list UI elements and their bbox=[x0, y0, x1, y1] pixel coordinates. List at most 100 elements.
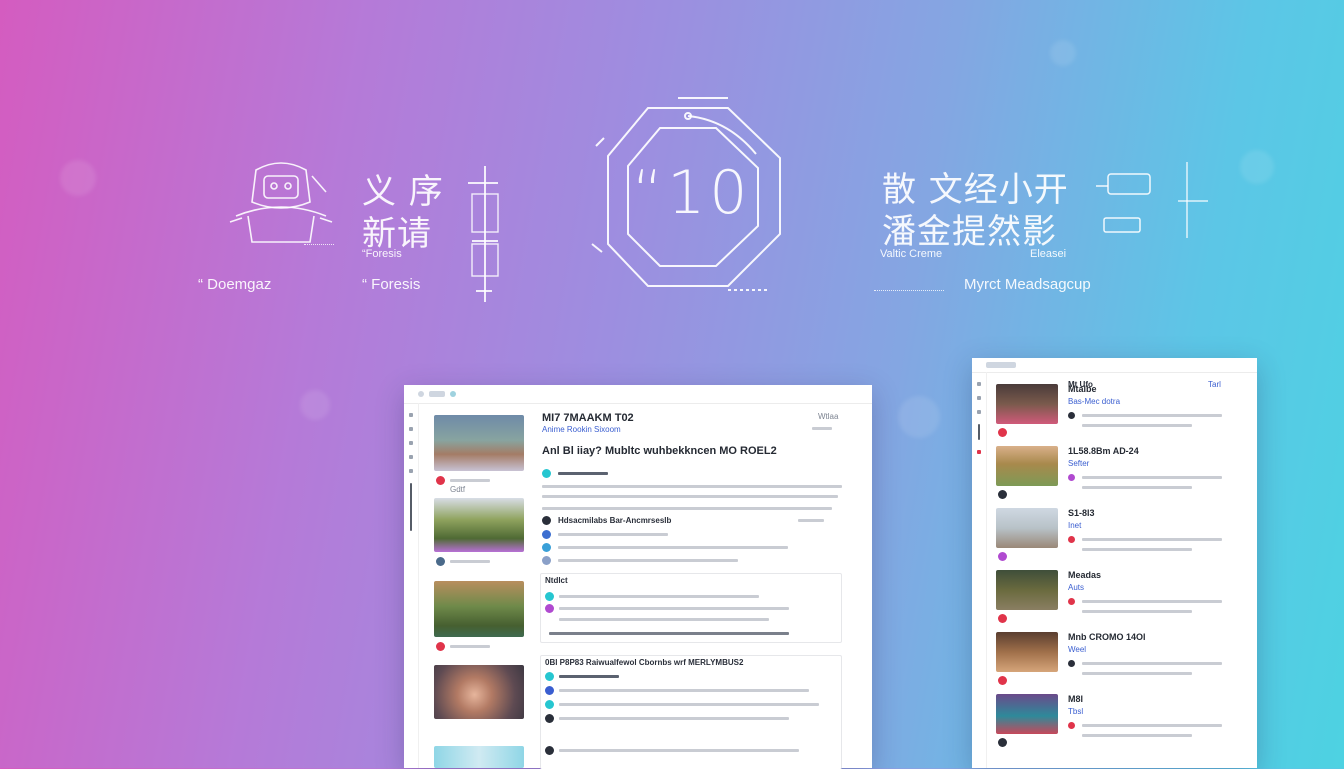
item-avatar[interactable] bbox=[998, 552, 1007, 561]
item-thumbnail[interactable] bbox=[996, 446, 1058, 486]
card-avatar[interactable] bbox=[545, 672, 554, 681]
text-placeholder bbox=[542, 495, 838, 498]
list-avatar[interactable] bbox=[542, 530, 551, 539]
list-placeholder bbox=[558, 546, 788, 549]
item-small-icon bbox=[1068, 474, 1075, 481]
item-small-icon bbox=[1068, 722, 1075, 729]
item-thumbnail[interactable] bbox=[996, 508, 1058, 548]
thumbnail-5[interactable] bbox=[434, 746, 524, 768]
bracket-line bbox=[468, 182, 498, 184]
item-thumbnail[interactable] bbox=[996, 632, 1058, 672]
list-avatar[interactable] bbox=[542, 556, 551, 565]
item-thumbnail[interactable] bbox=[996, 694, 1058, 734]
hero-right-tiny-left: Valtic Creme bbox=[880, 248, 943, 260]
card-placeholder bbox=[559, 618, 769, 621]
item-avatar[interactable] bbox=[998, 738, 1007, 747]
item-placeholder bbox=[1082, 538, 1222, 541]
headline: Anl Bl iiay? Mubltc wuhbekkncen MO ROEL2 bbox=[542, 445, 777, 457]
card-placeholder bbox=[559, 607, 789, 610]
section-title-3: 0Bl P8P83 Raiwualfewol Cbornbs wrf MERLY… bbox=[545, 658, 744, 667]
list-item[interactable]: S1-8l3 Inet bbox=[996, 508, 1246, 564]
bracket-frame bbox=[471, 193, 499, 277]
item-small-icon bbox=[1068, 412, 1075, 419]
content-card-1[interactable]: Ntdlct bbox=[540, 573, 842, 643]
list-item[interactable]: Meadas Auts bbox=[996, 570, 1246, 626]
bokeh bbox=[1240, 150, 1274, 184]
badge-number: “10 bbox=[632, 158, 752, 228]
item-small-icon bbox=[1068, 598, 1075, 605]
hero-left-caption: “ Doemgaz bbox=[198, 276, 272, 293]
list-item[interactable]: M8l Tbsl bbox=[996, 694, 1246, 750]
list-item[interactable]: 1L58.8Bm AD-24 Sefter bbox=[996, 446, 1246, 502]
list-item[interactable]: Mnb CROMO 14Ol Weel bbox=[996, 632, 1246, 688]
header-placeholder bbox=[812, 427, 832, 430]
avatar[interactable] bbox=[436, 642, 445, 651]
meta-placeholder bbox=[450, 479, 490, 482]
card-placeholder bbox=[549, 632, 789, 635]
item-avatar[interactable] bbox=[998, 428, 1007, 437]
top-right-label[interactable]: Wtlaa bbox=[818, 412, 838, 421]
list-placeholder bbox=[798, 519, 824, 522]
item-avatar[interactable] bbox=[998, 614, 1007, 623]
item-placeholder bbox=[1082, 724, 1222, 727]
card-avatar[interactable] bbox=[545, 592, 554, 601]
item-thumbnail[interactable] bbox=[996, 384, 1058, 424]
item-avatar[interactable] bbox=[998, 676, 1007, 685]
avatar[interactable] bbox=[436, 476, 445, 485]
card-avatar[interactable] bbox=[545, 604, 554, 613]
window-side-rail[interactable] bbox=[972, 372, 987, 768]
item-thumbnail[interactable] bbox=[996, 570, 1058, 610]
item-placeholder bbox=[1082, 600, 1222, 603]
item-placeholder bbox=[1082, 424, 1192, 427]
text-placeholder bbox=[542, 485, 842, 488]
window-side-rail[interactable] bbox=[404, 403, 419, 768]
card-avatar[interactable] bbox=[545, 686, 554, 695]
card-avatar[interactable] bbox=[545, 746, 554, 755]
content-card-2[interactable]: 0Bl P8P83 Raiwualfewol Cbornbs wrf MERLY… bbox=[540, 655, 842, 769]
robot-mascot-icon bbox=[229, 162, 333, 243]
item-avatar[interactable] bbox=[998, 490, 1007, 499]
item-placeholder bbox=[1082, 610, 1192, 613]
item-placeholder bbox=[1082, 486, 1192, 489]
window-dot bbox=[429, 391, 445, 397]
item-title: Mnb CROMO 14Ol bbox=[1068, 632, 1146, 642]
decorative-line bbox=[1178, 200, 1208, 202]
item-small-icon bbox=[1068, 536, 1075, 543]
item-title: Meadas bbox=[1068, 570, 1102, 580]
item-meta: Inet bbox=[1068, 521, 1082, 530]
card-placeholder bbox=[559, 703, 819, 706]
card-avatar[interactable] bbox=[545, 700, 554, 709]
bracket-line bbox=[476, 290, 492, 292]
meta-placeholder bbox=[450, 560, 490, 563]
card-avatar[interactable] bbox=[545, 714, 554, 723]
item-placeholder bbox=[1082, 672, 1192, 675]
thumbnail-3[interactable] bbox=[434, 581, 524, 637]
author-avatar[interactable] bbox=[542, 469, 551, 478]
bokeh bbox=[1050, 40, 1076, 66]
window-dot bbox=[450, 391, 456, 397]
item-meta: Sefter bbox=[1068, 459, 1090, 468]
avatar[interactable] bbox=[436, 557, 445, 566]
window-titlebar bbox=[972, 358, 1257, 373]
list-item[interactable]: Mtalbe Bas-Mec dotra bbox=[996, 384, 1246, 440]
hero-right-caption: Myrct Meadsagcup bbox=[964, 276, 1091, 293]
card-placeholder bbox=[559, 689, 809, 692]
header-title: MI7 7MAAKM T02 bbox=[542, 412, 634, 424]
section-title-2: Ntdlct bbox=[545, 576, 568, 585]
item-meta: Tbsl bbox=[1068, 707, 1084, 716]
right-app-window: Mt Ufo Tarl Mtalbe Bas-Mec dotra 1L58.8Bm … bbox=[972, 358, 1257, 768]
list-avatar[interactable] bbox=[542, 516, 551, 525]
bokeh bbox=[60, 160, 96, 196]
item-meta: Weel bbox=[1068, 645, 1087, 654]
thumbnail-4[interactable] bbox=[434, 665, 524, 719]
item-title: S1-8l3 bbox=[1068, 508, 1095, 518]
thumbnail-1[interactable] bbox=[434, 415, 524, 471]
header-link[interactable]: Anime Rookin Sixoom bbox=[542, 425, 621, 434]
item-placeholder bbox=[1082, 548, 1192, 551]
meta-placeholder bbox=[450, 645, 490, 648]
item-placeholder bbox=[1082, 476, 1222, 479]
item-placeholder bbox=[1082, 662, 1222, 665]
section-title-1: Hdsacmilabs Bar-Ancmrseslb bbox=[558, 516, 672, 525]
thumbnail-2[interactable] bbox=[434, 498, 524, 552]
list-avatar[interactable] bbox=[542, 543, 551, 552]
